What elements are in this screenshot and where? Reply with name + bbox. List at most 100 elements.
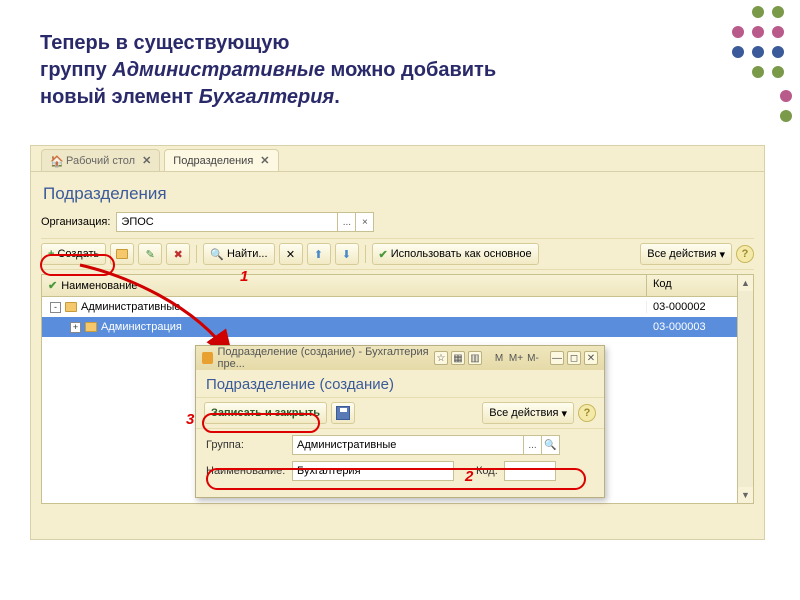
table-row[interactable]: + Администрация 03-000003 <box>42 317 737 337</box>
folder-icon <box>65 302 77 312</box>
slide-decoration-dots <box>670 0 800 135</box>
org-input-wrap: ... × <box>116 212 374 232</box>
code-input-wrap <box>504 461 556 481</box>
group-input-wrap: ... 🔍 <box>292 435 560 455</box>
all-actions-label: Все действия <box>647 248 716 260</box>
clear-icon: ✕ <box>286 248 295 261</box>
close-icon[interactable]: ✕ <box>142 154 151 167</box>
delete-button[interactable]: ✖ <box>166 243 190 265</box>
col-code-header[interactable]: Код <box>647 275 737 296</box>
plus-icon: + <box>48 248 54 260</box>
fav-icon[interactable]: ☆ <box>434 351 448 365</box>
tab-divisions[interactable]: Подразделения ✕ <box>164 149 278 171</box>
org-input[interactable] <box>117 213 337 231</box>
col-name-label: Наименование <box>61 280 137 292</box>
mark-3: 3 <box>186 411 194 428</box>
scroll-down[interactable]: ▼ <box>738 487 753 503</box>
code-label: Код: <box>476 465 498 477</box>
all-actions-button[interactable]: Все действия ▾ <box>482 402 574 424</box>
org-label: Организация: <box>41 216 110 228</box>
mark-1: 1 <box>240 268 248 285</box>
move-up-button[interactable]: ⬆ <box>307 243 331 265</box>
group-select-button[interactable]: ... <box>523 436 541 454</box>
org-row: Организация: ... × <box>41 212 754 232</box>
create-folder-button[interactable] <box>110 243 134 265</box>
magnifier-icon: 🔍 <box>210 248 224 261</box>
maximize-button[interactable]: ◻ <box>567 351 581 365</box>
help-button[interactable]: ? <box>736 245 754 263</box>
name-row: Наименование: Код: <box>206 461 594 481</box>
folder-icon <box>116 249 128 259</box>
code-input[interactable] <box>505 462 555 480</box>
tab-desktop[interactable]: 🏠 Рабочий стол ✕ <box>41 149 160 171</box>
row-code: 03-000002 <box>647 301 737 313</box>
name-input[interactable] <box>293 462 453 480</box>
pencil-icon: ✎ <box>146 248 155 261</box>
scrollbar[interactable]: ▲ ▼ <box>737 275 753 503</box>
all-actions-button[interactable]: Все действия ▾ <box>640 243 732 265</box>
find-button[interactable]: 🔍 Найти... <box>203 243 274 265</box>
app-icon <box>202 352 213 364</box>
calc-icon[interactable]: ▦ <box>451 351 465 365</box>
group-open-button[interactable]: 🔍 <box>541 436 559 454</box>
chevron-down-icon: ▾ <box>719 248 725 261</box>
tree-toggle[interactable]: - <box>50 302 61 313</box>
delete-icon: ✖ <box>174 248 183 261</box>
row-code: 03-000003 <box>647 321 737 333</box>
calendar-icon[interactable]: ▥ <box>468 351 482 365</box>
separator <box>365 245 366 263</box>
mem-mminus[interactable]: M- <box>526 351 540 365</box>
grid-header: ✔ Наименование Код <box>42 275 737 297</box>
group-row: Группа: ... 🔍 <box>206 435 594 455</box>
dialog-titlebar[interactable]: Подразделение (создание) - Бухгалтерия п… <box>196 346 604 370</box>
floppy-icon <box>336 406 350 420</box>
tree-toggle[interactable]: + <box>70 322 81 333</box>
up-icon: ⬆ <box>314 248 323 261</box>
save-close-label: Записать и закрыть <box>211 407 320 419</box>
help-button[interactable]: ? <box>578 404 596 422</box>
dialog-toolbar: Записать и закрыть Все действия ▾ ? <box>196 397 604 429</box>
org-clear-button[interactable]: × <box>355 213 373 231</box>
close-button[interactable]: ✕ <box>584 351 598 365</box>
name-label: Наименование: <box>206 465 286 477</box>
slide-title: Теперь в существующую группу Администрат… <box>40 30 540 111</box>
save-button[interactable] <box>331 402 355 424</box>
mark-2: 2 <box>465 468 473 485</box>
dialog-body: Группа: ... 🔍 Наименование: Код: <box>196 429 604 497</box>
tab-label: Рабочий стол <box>66 155 135 167</box>
use-main-button[interactable]: ✔ Использовать как основное <box>372 243 539 265</box>
tab-bar: 🏠 Рабочий стол ✕ Подразделения ✕ <box>31 146 764 172</box>
org-select-button[interactable]: ... <box>337 213 355 231</box>
find-clear-button[interactable]: ✕ <box>279 243 303 265</box>
dialog-heading: Подразделение (создание) <box>196 370 604 397</box>
mem-mplus[interactable]: M+ <box>509 351 523 365</box>
desktop-icon: 🏠 <box>50 155 62 167</box>
separator <box>196 245 197 263</box>
row-name: Администрация <box>101 321 182 333</box>
tab-label: Подразделения <box>173 155 253 167</box>
group-input[interactable] <box>293 436 523 454</box>
save-close-button[interactable]: Записать и закрыть <box>204 402 327 424</box>
folder-icon <box>85 322 97 332</box>
close-icon[interactable]: ✕ <box>260 154 269 167</box>
group-label: Группа: <box>206 439 286 451</box>
edit-button[interactable]: ✎ <box>138 243 162 265</box>
chevron-down-icon: ▾ <box>561 407 567 420</box>
table-row[interactable]: - Административные 03-000002 <box>42 297 737 317</box>
check-icon: ✔ <box>379 248 388 261</box>
use-main-label: Использовать как основное <box>391 248 532 260</box>
toolbar: + Создать ✎ ✖ 🔍 Найти... ✕ ⬆ ⬇ ✔ Использ… <box>41 238 754 270</box>
row-name: Административные <box>81 301 180 313</box>
find-label: Найти... <box>227 248 268 260</box>
move-down-button[interactable]: ⬇ <box>335 243 359 265</box>
create-label: Создать <box>57 248 99 260</box>
create-button[interactable]: + Создать <box>41 243 106 265</box>
dialog-create-division: Подразделение (создание) - Бухгалтерия п… <box>195 345 605 498</box>
dialog-title-text: Подразделение (создание) - Бухгалтерия п… <box>218 346 430 370</box>
down-icon: ⬇ <box>342 248 351 261</box>
minimize-button[interactable]: — <box>550 351 564 365</box>
mem-m[interactable]: M <box>492 351 506 365</box>
name-input-wrap <box>292 461 454 481</box>
scroll-up[interactable]: ▲ <box>738 275 753 291</box>
col-name-header[interactable]: ✔ Наименование <box>42 275 647 296</box>
